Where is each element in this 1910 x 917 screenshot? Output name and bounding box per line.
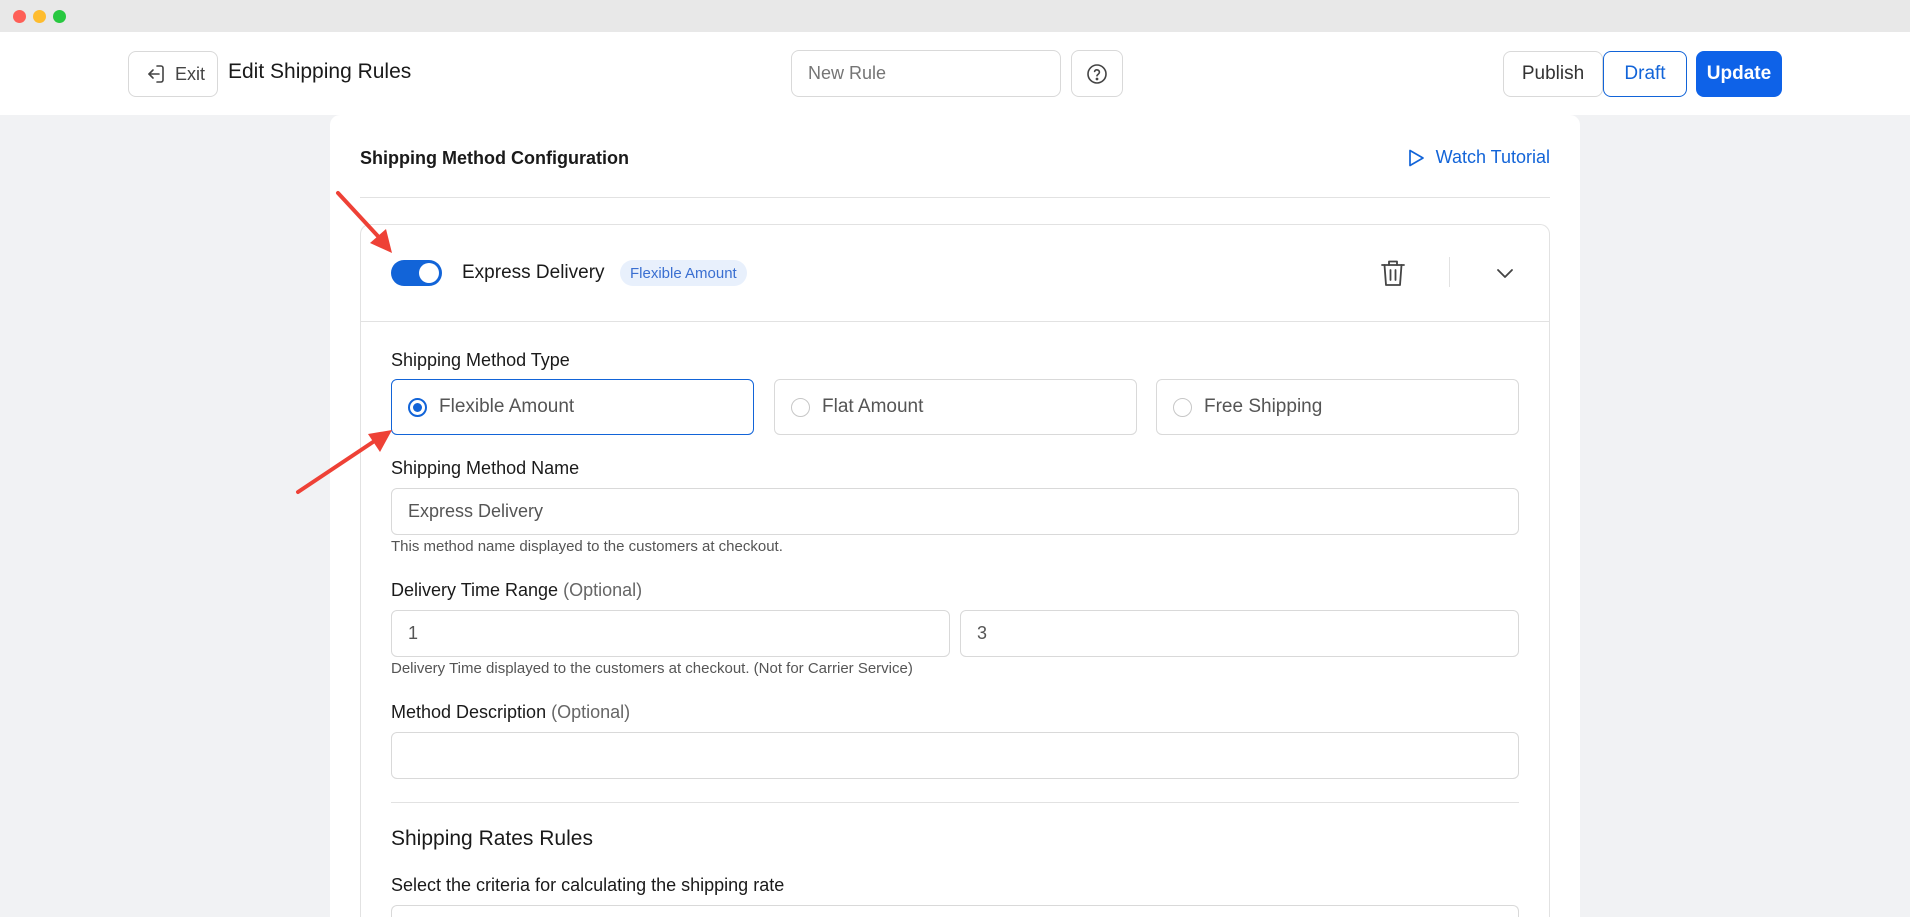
method-type-badge: Flexible Amount <box>620 260 747 286</box>
type-option-flat-amount[interactable]: Flat Amount <box>774 379 1137 435</box>
chevron-down-icon[interactable] <box>1493 261 1517 285</box>
radio-selected-icon <box>408 397 427 417</box>
exit-icon <box>148 65 164 83</box>
method-name-input[interactable] <box>391 488 1519 535</box>
card-title: Shipping Method Configuration <box>360 148 629 168</box>
watch-tutorial-link[interactable]: Watch Tutorial <box>1406 147 1550 168</box>
type-option-label: Free Shipping <box>1204 396 1323 417</box>
delivery-min-input[interactable] <box>391 610 950 657</box>
shipping-rates-title: Shipping Rates Rules <box>391 827 593 850</box>
draft-button[interactable]: Draft <box>1603 51 1687 97</box>
method-description-label: Method Description (Optional) <box>391 702 630 723</box>
radio-unselected-icon <box>1173 397 1192 417</box>
criteria-label: Select the criteria for calculating the … <box>391 875 785 895</box>
type-option-free-shipping[interactable]: Free Shipping <box>1156 379 1519 435</box>
exit-button[interactable]: Exit <box>128 51 218 97</box>
optional-tag: (Optional) <box>551 702 631 722</box>
help-circle-icon <box>1087 63 1107 84</box>
rule-name-input[interactable] <box>791 50 1061 97</box>
delivery-max-input[interactable] <box>960 610 1519 657</box>
minimize-window-button[interactable] <box>33 10 46 23</box>
page-title: Edit Shipping Rules <box>228 60 412 83</box>
watch-tutorial-label: Watch Tutorial <box>1435 147 1550 167</box>
update-button[interactable]: Update <box>1696 51 1782 97</box>
method-header: Express Delivery Flexible Amount <box>361 225 1549 322</box>
shipping-method-card: Shipping Method Configuration Watch Tuto… <box>330 115 1580 917</box>
delivery-time-label: Delivery Time Range (Optional) <box>391 580 642 601</box>
window-titlebar <box>0 0 1910 32</box>
maximize-window-button[interactable] <box>53 10 66 23</box>
method-name-hint: This method name displayed to the custom… <box>391 538 783 555</box>
divider <box>360 197 1550 198</box>
criteria-select[interactable] <box>391 905 1519 917</box>
close-window-button[interactable] <box>13 10 26 23</box>
section-divider <box>391 802 1519 803</box>
method-name-label: Shipping Method Name <box>391 458 580 478</box>
method-enabled-toggle[interactable] <box>391 260 442 286</box>
radio-unselected-icon <box>791 397 810 417</box>
method-description-label-text: Method Description <box>391 702 547 722</box>
type-option-flexible-amount[interactable]: Flexible Amount <box>391 379 754 435</box>
exit-label: Exit <box>175 63 206 84</box>
optional-tag: (Optional) <box>563 580 643 600</box>
trash-icon[interactable] <box>1379 258 1407 288</box>
type-option-label: Flexible Amount <box>439 396 575 417</box>
help-button[interactable] <box>1071 50 1123 97</box>
type-option-label: Flat Amount <box>822 396 924 417</box>
shipping-method-panel: Express Delivery Flexible Amount Shippin… <box>360 224 1550 917</box>
method-name: Express Delivery <box>462 262 605 283</box>
top-bar: Exit Edit Shipping Rules Publish Draft U… <box>0 32 1910 115</box>
publish-button[interactable]: Publish <box>1503 51 1603 97</box>
header-separator <box>1449 257 1450 287</box>
method-type-label: Shipping Method Type <box>391 350 570 370</box>
delivery-time-label-text: Delivery Time Range <box>391 580 559 600</box>
play-icon <box>1408 149 1424 166</box>
method-description-input[interactable] <box>391 732 1519 779</box>
delivery-time-hint: Delivery Time displayed to the customers… <box>391 660 913 677</box>
